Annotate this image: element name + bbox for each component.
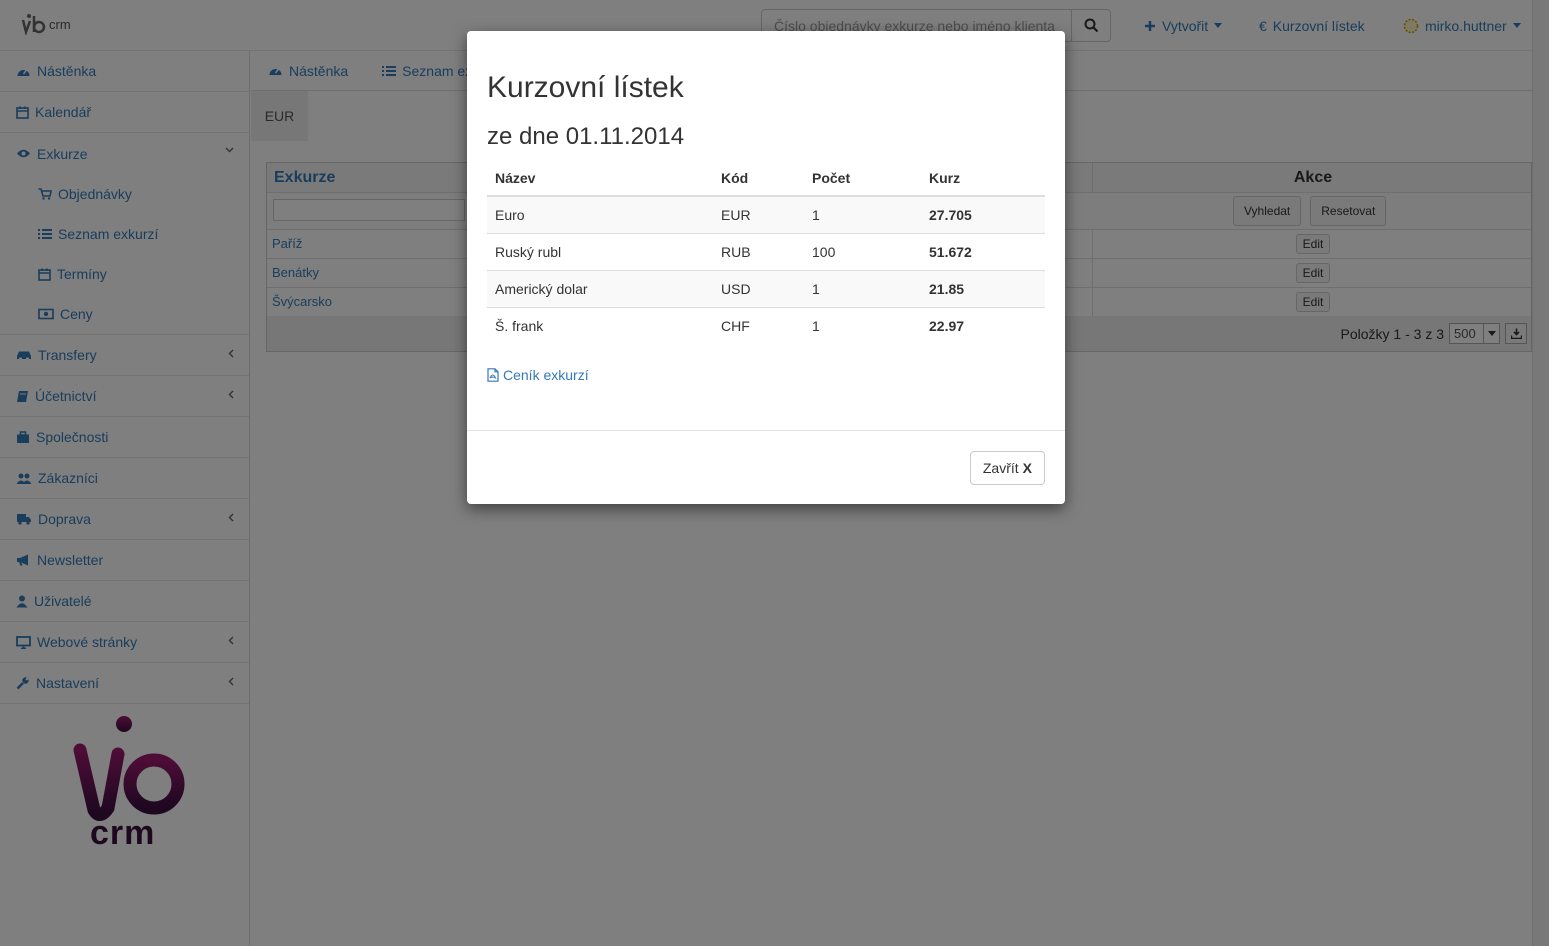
currency-code: USD <box>713 269 804 307</box>
currency-rate: 51.672 <box>921 232 1045 270</box>
table-row: Ruský rubl RUB 100 51.672 <box>487 232 1045 270</box>
column-header: Počet <box>804 161 921 197</box>
currency-count: 1 <box>804 195 921 233</box>
pdf-link-label: Ceník exkurzí <box>503 367 589 383</box>
column-header: Název <box>487 161 713 197</box>
table-row: Euro EUR 1 27.705 <box>487 195 1045 233</box>
currency-code: RUB <box>713 232 804 270</box>
column-header: Kurz <box>921 161 1045 197</box>
currency-count: 100 <box>804 232 921 270</box>
currency-code: EUR <box>713 195 804 233</box>
currency-rate: 27.705 <box>921 195 1045 233</box>
modal-title: Kurzovní lístek <box>487 71 684 104</box>
modal-footer: Zavřít X <box>467 430 1065 504</box>
close-icon: X <box>1022 460 1032 476</box>
currency-count: 1 <box>804 306 921 344</box>
currency-name: Š. frank <box>487 306 713 344</box>
close-button-label: Zavřít <box>982 460 1019 476</box>
table-row: Š. frank CHF 1 22.97 <box>487 306 1045 344</box>
currency-rate: 21.85 <box>921 269 1045 307</box>
file-pdf-icon <box>487 368 499 382</box>
exchange-rates-table: Název Kód Počet Kurz Euro EUR 1 27.705 R… <box>487 161 1045 344</box>
modal-subtitle: ze dne 01.11.2014 <box>487 123 685 150</box>
currency-count: 1 <box>804 269 921 307</box>
exchange-rates-modal: Kurzovní lístek ze dne 01.11.2014 Název … <box>467 31 1065 504</box>
table-header-row: Název Kód Počet Kurz <box>487 161 1045 197</box>
column-header: Kód <box>713 161 804 197</box>
currency-rate: 22.97 <box>921 306 1045 344</box>
currency-code: CHF <box>713 306 804 344</box>
currency-name: Ruský rubl <box>487 232 713 270</box>
currency-name: Euro <box>487 195 713 233</box>
table-row: Americký dolar USD 1 21.85 <box>487 269 1045 307</box>
close-button[interactable]: Zavřít X <box>969 451 1045 485</box>
currency-name: Americký dolar <box>487 269 713 307</box>
pdf-price-list-link[interactable]: Ceník exkurzí <box>487 367 589 383</box>
